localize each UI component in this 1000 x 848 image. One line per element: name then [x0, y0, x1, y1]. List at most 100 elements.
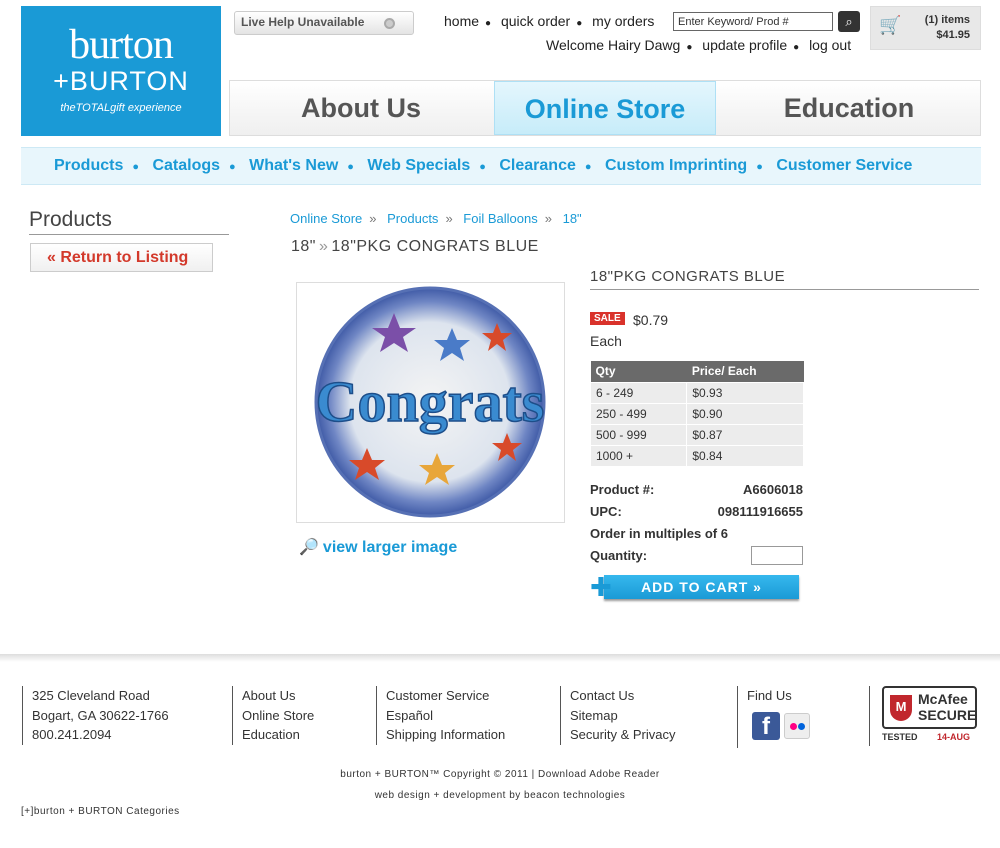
- tier-price: $0.84: [686, 444, 804, 467]
- tier-qty: 250 - 499: [589, 402, 688, 425]
- footer-col3: Contact Us Sitemap Security & Privacy: [560, 686, 675, 745]
- view-larger-link[interactable]: 🔎 view larger image: [299, 537, 457, 557]
- balloon-text: Congrats: [316, 369, 545, 434]
- logo-line1: burton: [69, 22, 174, 68]
- breadcrumb: Online Store » Products » Foil Balloons » 1…: [290, 211, 582, 226]
- header-qty: Qty: [590, 361, 687, 382]
- price-unit: Each: [590, 333, 622, 349]
- separator-dot: ●: [347, 161, 354, 173]
- product-image[interactable]: Congrats: [296, 282, 565, 523]
- title-separator: »: [318, 238, 329, 255]
- subnav-web-specials[interactable]: Web Specials: [367, 157, 470, 174]
- table-row: 1000 + $0.84: [589, 444, 804, 467]
- welcome-bar: Welcome Hairy Dawg ● update profile ● log …: [543, 37, 854, 53]
- add-to-cart-button[interactable]: ADD TO CART » ✚: [590, 574, 799, 600]
- tier-qty: 1000 +: [589, 444, 688, 467]
- separator-dot: ●: [229, 161, 236, 173]
- home-link[interactable]: home: [444, 13, 479, 29]
- breadcrumb-separator: »: [445, 211, 453, 226]
- breadcrumb-18[interactable]: 18": [563, 211, 582, 226]
- copyright: burton + BURTON™ Copyright © 2011 | Down…: [340, 769, 660, 780]
- product-number-label: Product #:: [590, 482, 655, 497]
- credit-line: web design + development by beacon techn…: [374, 790, 626, 801]
- quantity-label: Quantity:: [590, 548, 648, 563]
- tier-price: $0.87: [686, 423, 804, 446]
- sale-badge: SALE: [590, 312, 625, 325]
- breadcrumb-foil-balloons[interactable]: Foil Balloons: [463, 211, 537, 226]
- nav-about-us[interactable]: About Us: [230, 81, 492, 135]
- product-price: $0.79: [633, 312, 669, 328]
- mcafee-text: McAfee: [918, 691, 968, 707]
- breadcrumb-online-store[interactable]: Online Store: [290, 211, 362, 226]
- magnifier-icon: 🔎: [299, 539, 319, 556]
- product-number-row: Product #: A6606018: [590, 482, 803, 497]
- subnav-catalogs[interactable]: Catalogs: [152, 157, 220, 174]
- footer-about-us[interactable]: About Us: [242, 686, 314, 706]
- separator-dot: ●: [793, 42, 800, 53]
- cart-items-count: (1) items: [924, 14, 970, 26]
- footer-divider: [0, 654, 1000, 662]
- table-row: 500 - 999 $0.87: [589, 423, 804, 446]
- live-help-label: Live Help Unavailable: [241, 15, 365, 29]
- find-us-label: Find Us: [747, 688, 792, 703]
- sub-nav: Products ● Catalogs ● What's New ● Web Spec…: [21, 147, 981, 185]
- nav-education[interactable]: Education: [718, 81, 980, 135]
- tier-price: $0.93: [686, 381, 804, 404]
- separator-dot: ●: [479, 161, 486, 173]
- separator-dot: ●: [132, 161, 139, 173]
- facebook-icon[interactable]: f: [752, 712, 780, 740]
- page-title: 18"» 18"PKG CONGRATS BLUE: [291, 238, 539, 256]
- quantity-input[interactable]: [751, 546, 803, 565]
- nav-online-store[interactable]: Online Store: [494, 81, 716, 135]
- footer-education[interactable]: Education: [242, 725, 314, 745]
- upc-value: 098111916655: [717, 504, 803, 519]
- sidebar-title: Products: [29, 208, 229, 235]
- subnav-custom-imprinting[interactable]: Custom Imprinting: [605, 157, 747, 174]
- welcome-text: Welcome Hairy Dawg: [546, 37, 681, 53]
- mcafee-shield-icon: M: [890, 695, 912, 721]
- my-orders-link[interactable]: my orders: [592, 13, 654, 29]
- cart-total: $41.95: [936, 29, 970, 41]
- logo-line2: +BURTON: [53, 66, 189, 96]
- live-help-button[interactable]: Live Help Unavailable: [234, 11, 414, 35]
- footer-security[interactable]: Security & Privacy: [570, 725, 675, 745]
- update-profile-link[interactable]: update profile: [702, 37, 787, 53]
- mcafee-badge[interactable]: M McAfee SECURE TESTED 14-AUG: [869, 686, 979, 746]
- return-to-listing-button[interactable]: « Return to Listing: [30, 243, 213, 272]
- categories-toggle[interactable]: [+]burton + BURTON Categories: [21, 806, 180, 817]
- subnav-clearance[interactable]: Clearance: [499, 157, 576, 174]
- footer-customer-service[interactable]: Customer Service: [386, 686, 505, 706]
- search-input[interactable]: [673, 12, 833, 31]
- tier-qty: 6 - 249: [589, 381, 688, 404]
- logout-link[interactable]: log out: [809, 37, 851, 53]
- search-button[interactable]: ⌕: [838, 11, 860, 32]
- footer-shipping[interactable]: Shipping Information: [386, 725, 505, 745]
- footer-sitemap[interactable]: Sitemap: [570, 706, 675, 726]
- subnav-products[interactable]: Products: [54, 157, 123, 174]
- phone-number: 800.241.2094: [32, 727, 112, 742]
- mcafee-tested: TESTED: [882, 732, 918, 742]
- footer-contact-us[interactable]: Contact Us: [570, 686, 675, 706]
- balloon-image: Congrats: [314, 286, 546, 518]
- mini-cart[interactable]: 🛒 (1) items $41.95: [870, 6, 981, 50]
- logo-tagline: theTOTALgift experience: [60, 102, 182, 114]
- quick-order-link[interactable]: quick order: [501, 13, 570, 29]
- upc-label: UPC:: [590, 504, 622, 519]
- header-price: Price/ Each: [686, 361, 804, 382]
- mcafee-date: 14-AUG: [937, 732, 971, 742]
- address-line: Bogart, GA 30622-1766: [32, 707, 169, 723]
- tier-qty: 500 - 999: [589, 423, 688, 446]
- main-nav: About Us Online Store Education: [229, 80, 981, 136]
- breadcrumb-products[interactable]: Products: [387, 211, 438, 226]
- subnav-customer-service[interactable]: Customer Service: [776, 157, 912, 174]
- multiples-note: Order in multiples of 6: [590, 526, 728, 541]
- subnav-whats-new[interactable]: What's New: [249, 157, 338, 174]
- footer-online-store[interactable]: Online Store: [242, 706, 314, 726]
- separator-dot: ●: [584, 161, 592, 173]
- flickr-icon[interactable]: [784, 713, 810, 739]
- footer-address: 325 Cleveland Road Bogart, GA 30622-1766…: [22, 686, 169, 745]
- footer-espanol[interactable]: Español: [386, 706, 505, 726]
- logo[interactable]: burton +BURTON theTOTALgift experience: [21, 6, 221, 136]
- cart-icon: 🛒: [879, 15, 902, 35]
- separator-dot: ●: [576, 18, 583, 29]
